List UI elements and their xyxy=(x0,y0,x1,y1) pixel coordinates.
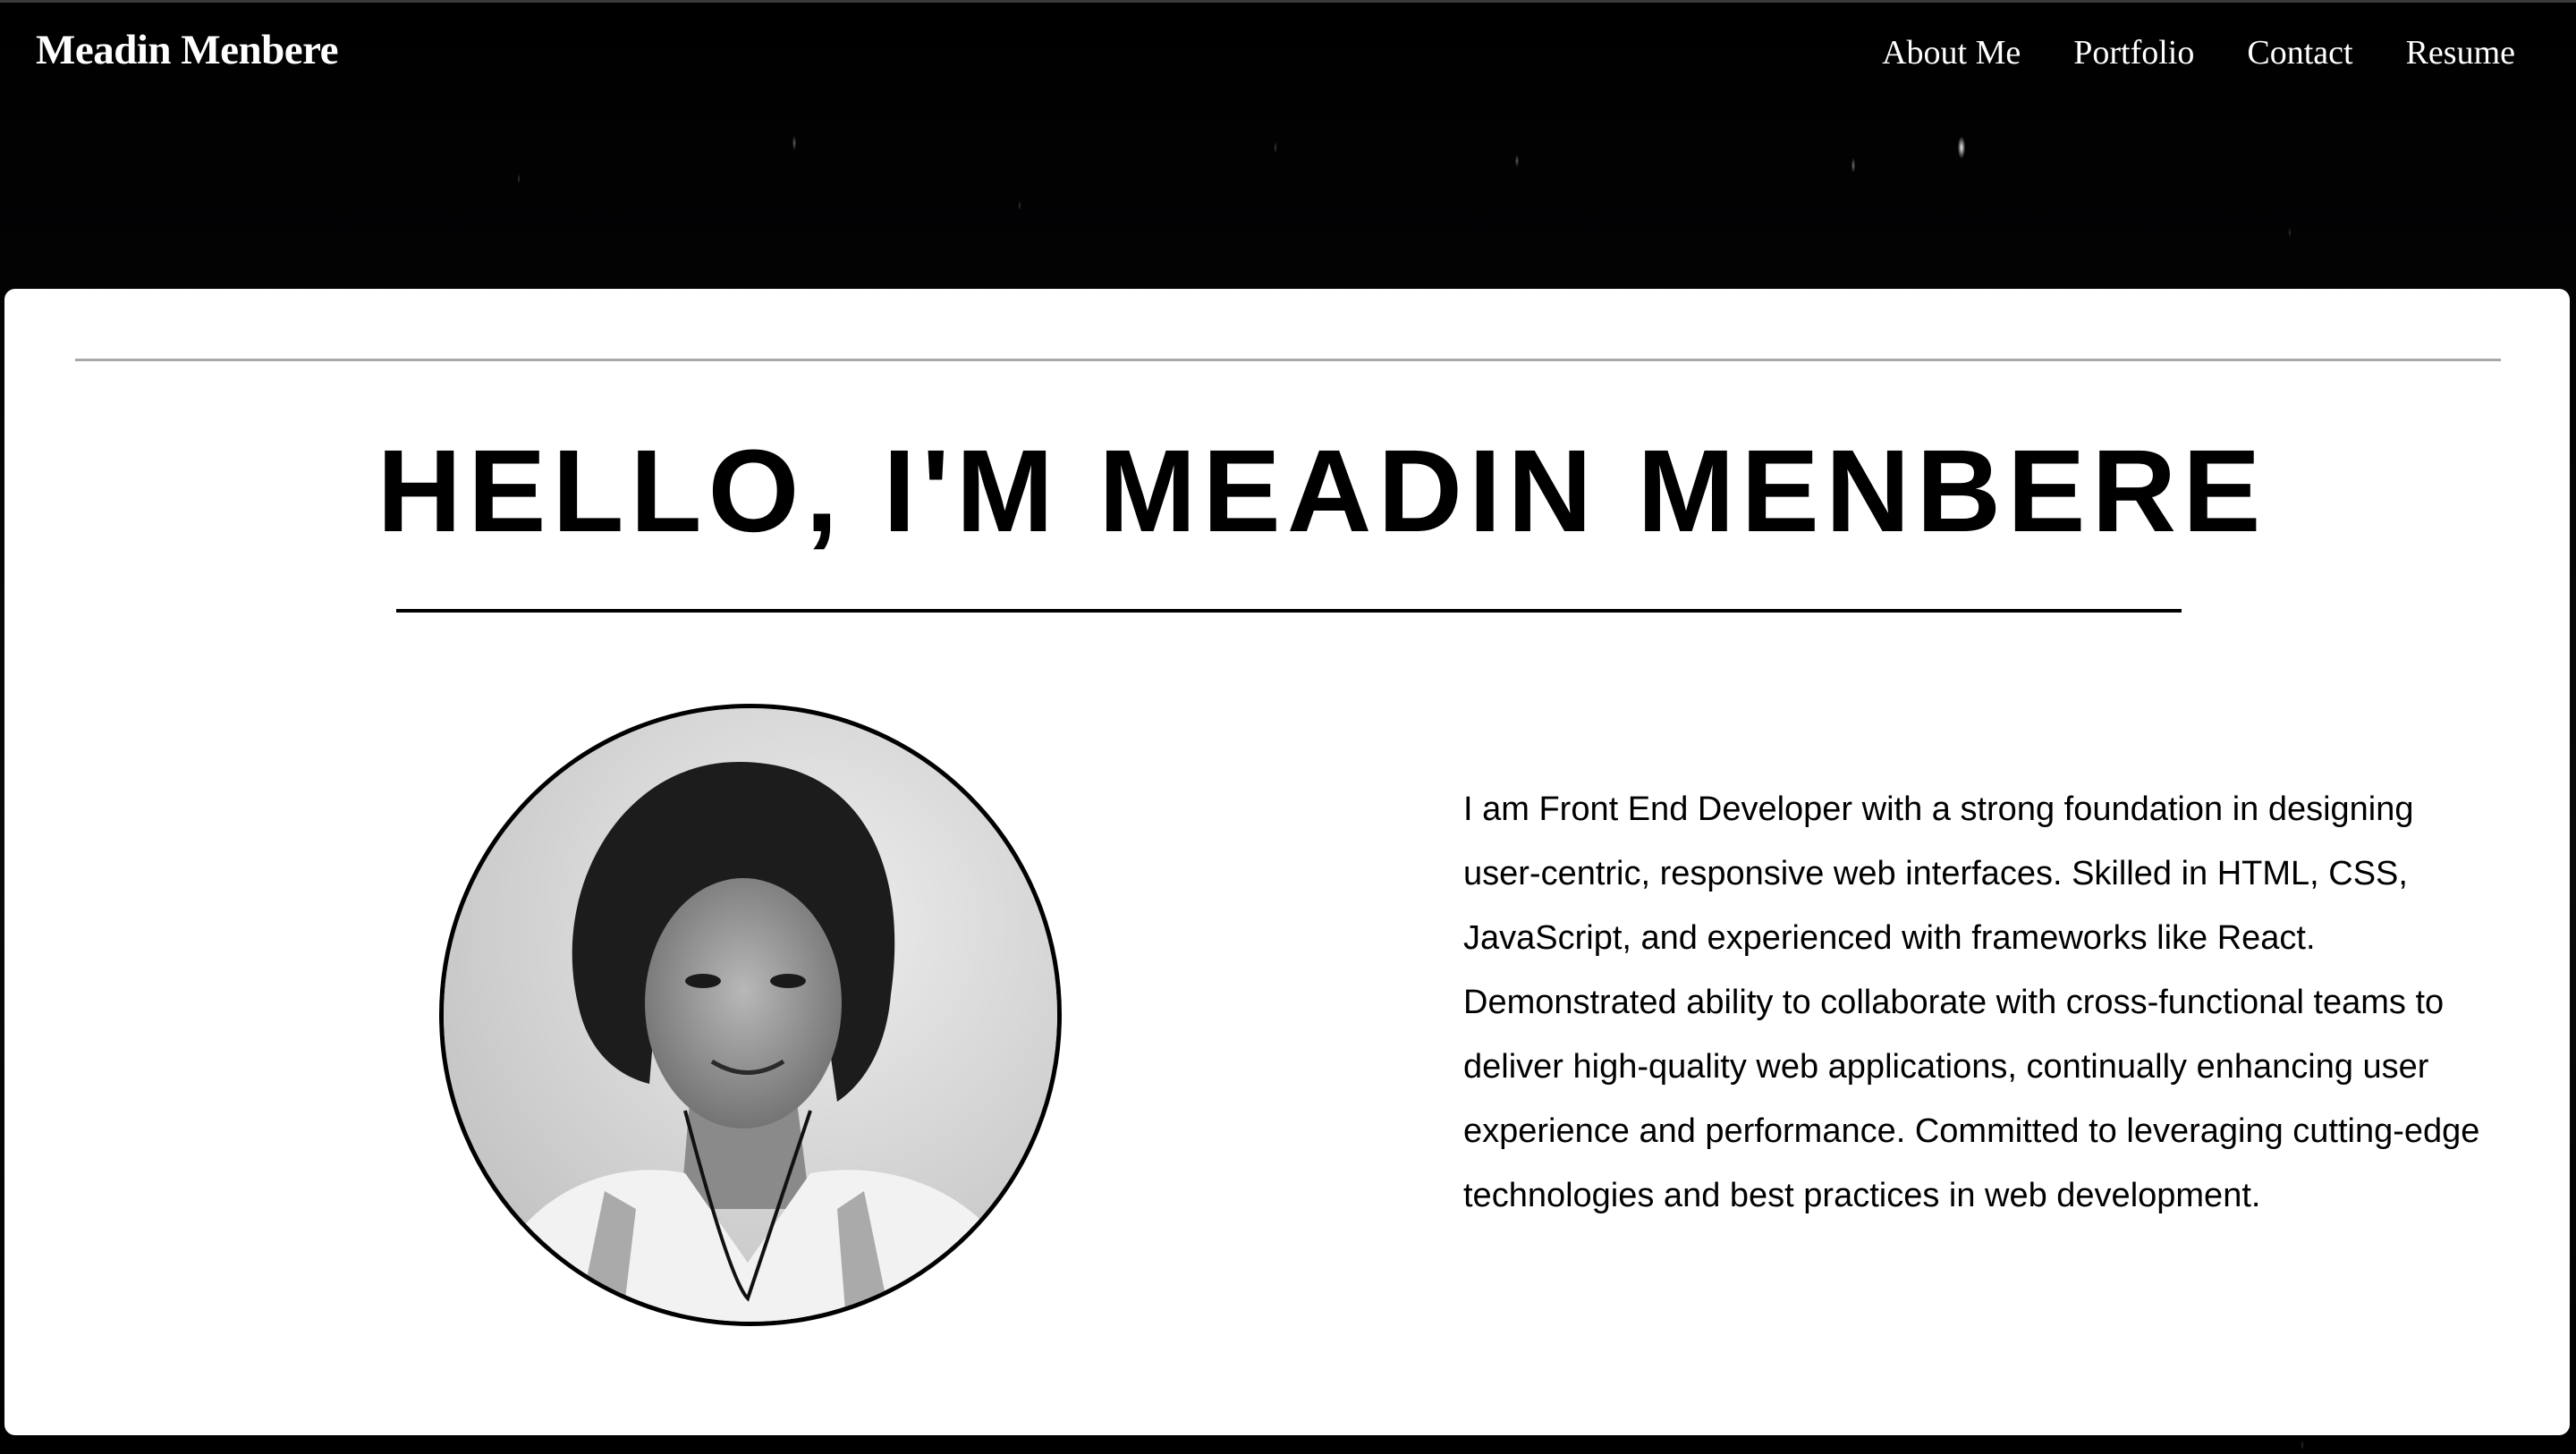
nav-about-me[interactable]: About Me xyxy=(1882,33,2021,72)
page-title: HELLO, I'M MEADIN MENBERE xyxy=(377,425,2267,556)
site-brand[interactable]: Meadin Menbere xyxy=(36,26,339,74)
top-navigation-bar: Meadin Menbere About Me Portfolio Contac… xyxy=(0,0,2576,107)
about-section: HELLO, I'M MEADIN MENBERE I am Front End… xyxy=(4,289,2570,1435)
title-underline xyxy=(396,609,2182,613)
bio-paragraph: I am Front End Developer with a strong f… xyxy=(1463,790,2480,1214)
nav-portfolio[interactable]: Portfolio xyxy=(2073,33,2194,72)
profile-photo-illustration xyxy=(444,708,1057,1322)
nav-contact[interactable]: Contact xyxy=(2247,33,2352,72)
nav-resume[interactable]: Resume xyxy=(2406,33,2515,72)
profile-photo xyxy=(439,704,1062,1326)
main-nav: About Me Portfolio Contact Resume xyxy=(1882,33,2515,72)
section-divider xyxy=(75,359,2501,361)
